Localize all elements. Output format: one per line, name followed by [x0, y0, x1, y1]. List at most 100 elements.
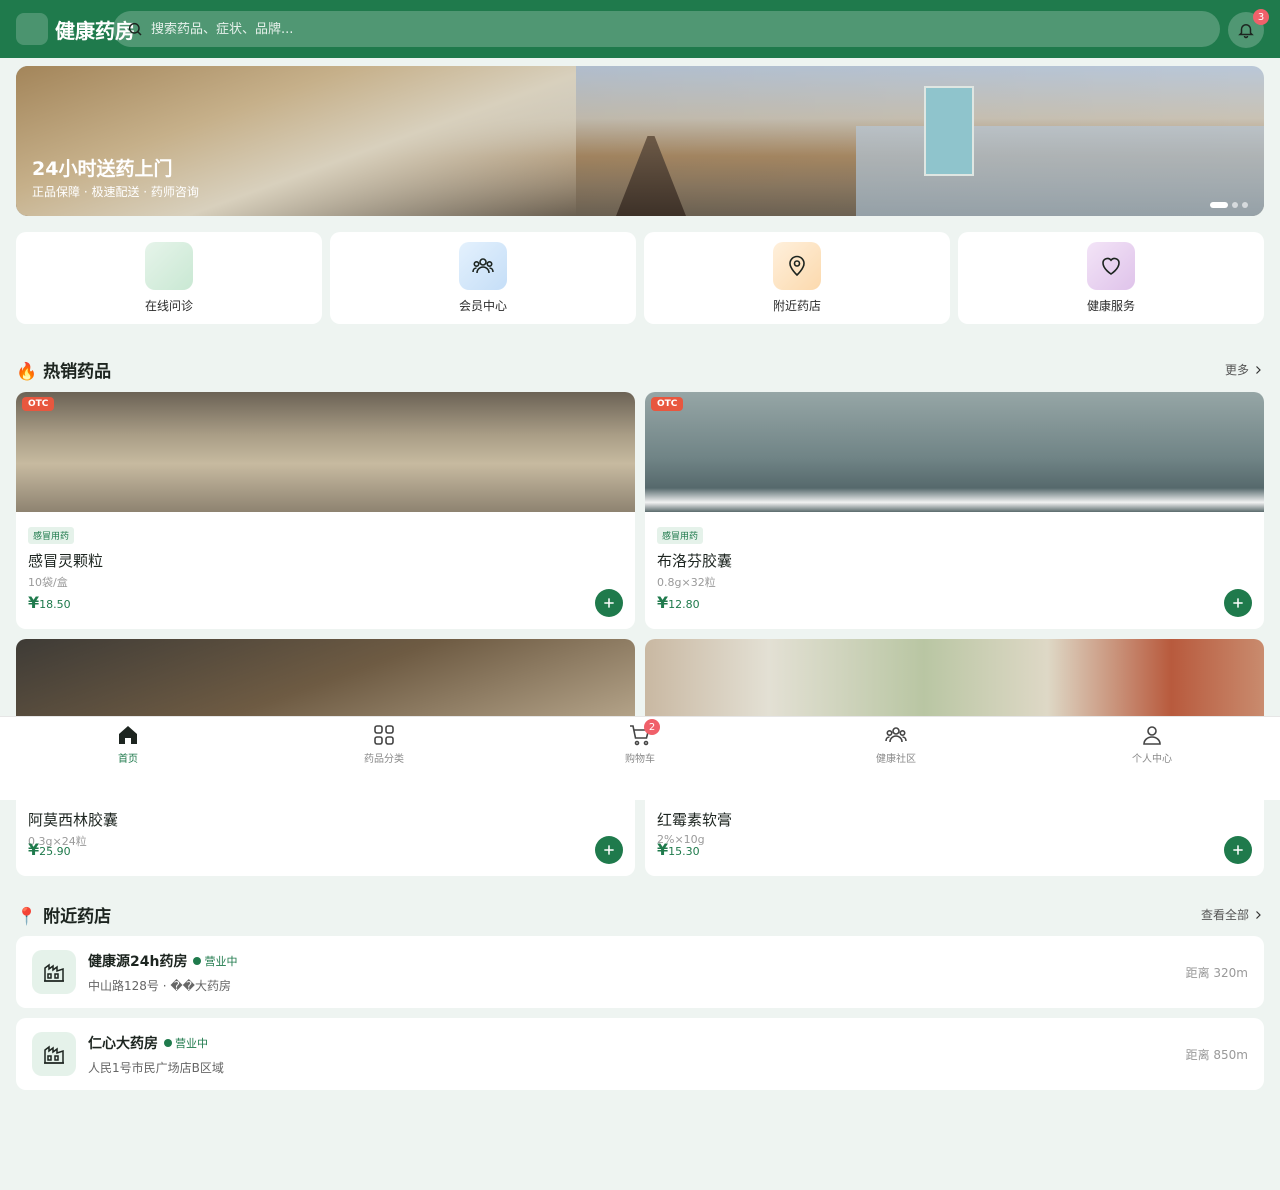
currency-symbol: ¥: [657, 840, 669, 859]
banner-image-tower: [924, 86, 974, 176]
price-value: 18.50: [39, 598, 71, 611]
quick-entry-nearby[interactable]: 附近药店: [644, 232, 950, 324]
banner-dot[interactable]: [1232, 202, 1238, 208]
product-category-tag: 感冒用药: [657, 527, 704, 544]
banner-pagination: [1210, 202, 1248, 208]
leaf-icon: [145, 242, 193, 290]
nav-label: 药品分类: [364, 754, 404, 765]
quick-entry-label: 健康服务: [1086, 299, 1135, 313]
section-title: 📍 附近药店: [16, 907, 112, 927]
banner-subtitle: 正品保障 · 极速配送 · 药师咨询: [32, 185, 199, 199]
store-card[interactable]: 健康源24h药房 营业中 中山路128号 · ��大药房 距离 320m: [16, 936, 1264, 1008]
product-name: 布洛芬胶囊: [657, 552, 733, 570]
location-icon: [773, 242, 821, 290]
add-to-cart-button[interactable]: [1224, 589, 1252, 617]
nav-item-profile[interactable]: 个人中心: [1024, 717, 1280, 800]
plus-icon: [604, 598, 614, 608]
grid-icon: [374, 725, 394, 745]
section-title: 🔥 热销药品: [16, 362, 112, 382]
chevron-right-icon: [1256, 365, 1261, 374]
banner-dot[interactable]: [1242, 202, 1248, 208]
currency-symbol: ¥: [28, 593, 40, 612]
plus-icon: [1233, 845, 1243, 855]
search-input[interactable]: [151, 21, 1191, 37]
store-distance: 距离 850m: [1185, 1047, 1248, 1062]
price-value: 25.90: [39, 845, 71, 858]
product-card[interactable]: OTC 感冒用药 感冒灵颗粒 10袋/盒 ¥18.50: [16, 392, 635, 629]
plus-icon: [604, 845, 614, 855]
product-image: OTC: [16, 392, 635, 512]
banner-image-sea: [856, 126, 1264, 216]
add-to-cart-button[interactable]: [595, 589, 623, 617]
promo-banner[interactable]: 24小时送药上门 正品保障 · 极速配送 · 药师咨询: [16, 66, 1264, 216]
view-all-label: 查看全部: [1200, 908, 1249, 922]
quick-entry-label: 在线问诊: [144, 299, 193, 313]
store-distance: 距离 320m: [1185, 965, 1248, 980]
store-status: 营业中: [193, 953, 237, 969]
store-name: 仁心大药房: [88, 1035, 158, 1052]
user-icon: [1143, 726, 1161, 745]
heart-icon: [1087, 242, 1135, 290]
store-name: 健康源24h药房: [88, 953, 188, 970]
product-name: 红霉素软膏: [657, 811, 733, 829]
community-icon: [885, 727, 907, 743]
otc-badge: OTC: [651, 397, 684, 411]
banner-title: 24小时送药上门: [32, 158, 173, 180]
top-header: 健康药房 3: [0, 0, 1280, 58]
store-card[interactable]: 仁心大药房 营业中 人民1号市民广场店B区域 距离 850m: [16, 1018, 1264, 1090]
stores-section-header: 📍 附近药店 查看全部: [16, 902, 1264, 927]
users-icon: [459, 242, 507, 290]
view-all-link[interactable]: 查看全部: [1201, 906, 1264, 923]
nav-item-categories[interactable]: 药品分类: [256, 717, 512, 800]
product-price: ¥15.30: [657, 840, 700, 859]
store-address: 中山路128号 · ��大药房: [88, 978, 231, 993]
product-spec: 0.8g×32粒: [657, 576, 716, 589]
product-price: ¥25.90: [28, 840, 71, 859]
banner-dot[interactable]: [1210, 202, 1228, 208]
logo-icon[interactable]: [16, 13, 48, 45]
quick-entry-label: 附近药店: [772, 299, 821, 313]
quick-entry-health[interactable]: 健康服务: [958, 232, 1264, 324]
product-spec: 2%×10g: [657, 833, 705, 846]
store-address: 人民1号市民广场店B区域: [88, 1060, 224, 1075]
add-to-cart-button[interactable]: [595, 836, 623, 864]
nav-item-home[interactable]: 首页: [0, 717, 256, 800]
store-icon: [32, 950, 76, 994]
price-value: 15.30: [668, 845, 700, 858]
product-grid: OTC 感冒用药 感冒灵颗粒 10袋/盒 ¥18.50 OTC 感冒用药 布洛芬…: [16, 392, 1264, 876]
chevron-right-icon: [1256, 910, 1261, 919]
bell-icon: [1238, 24, 1254, 39]
app-title: 健康药房: [55, 18, 135, 43]
product-image: OTC: [645, 392, 1264, 512]
bottom-nav: 首页 药品分类 2 购物车 健康社区 个人中心: [0, 716, 1280, 800]
quick-entries: 在线问诊 会员中心 附近药店 健康服务: [16, 232, 1264, 324]
nav-label: 健康社区: [876, 754, 916, 765]
store-status: 营业中: [164, 1035, 208, 1051]
more-link[interactable]: 更多: [1225, 361, 1264, 378]
product-name: 阿莫西林胶囊: [28, 811, 119, 829]
notification-button[interactable]: 3: [1228, 9, 1269, 48]
product-spec: 0.3g×24粒: [28, 835, 87, 848]
notification-badge: 3: [1253, 9, 1269, 25]
plus-icon: [1233, 598, 1243, 608]
price-value: 12.80: [668, 598, 700, 611]
search-bar[interactable]: [113, 11, 1220, 47]
search-icon: [128, 22, 142, 36]
nav-label: 首页: [118, 754, 138, 765]
home-icon: [119, 726, 137, 744]
quick-entry-consult[interactable]: 在线问诊: [16, 232, 322, 324]
quick-entry-label: 会员中心: [458, 299, 507, 313]
products-section-header: 🔥 热销药品 更多: [16, 357, 1264, 382]
nav-label: 个人中心: [1132, 754, 1172, 765]
product-card[interactable]: OTC 感冒用药 布洛芬胶囊 0.8g×32粒 ¥12.80: [645, 392, 1264, 629]
product-spec: 10袋/盒: [28, 576, 68, 589]
nav-item-cart[interactable]: 2 购物车: [512, 717, 768, 800]
product-price: ¥18.50: [28, 593, 71, 612]
nav-item-community[interactable]: 健康社区: [768, 717, 1024, 800]
quick-entry-member[interactable]: 会员中心: [330, 232, 636, 324]
store-icon: [32, 1032, 76, 1076]
add-to-cart-button[interactable]: [1224, 836, 1252, 864]
currency-symbol: ¥: [657, 593, 669, 612]
cart-badge: 2: [644, 719, 660, 735]
more-label: 更多: [1224, 363, 1249, 377]
